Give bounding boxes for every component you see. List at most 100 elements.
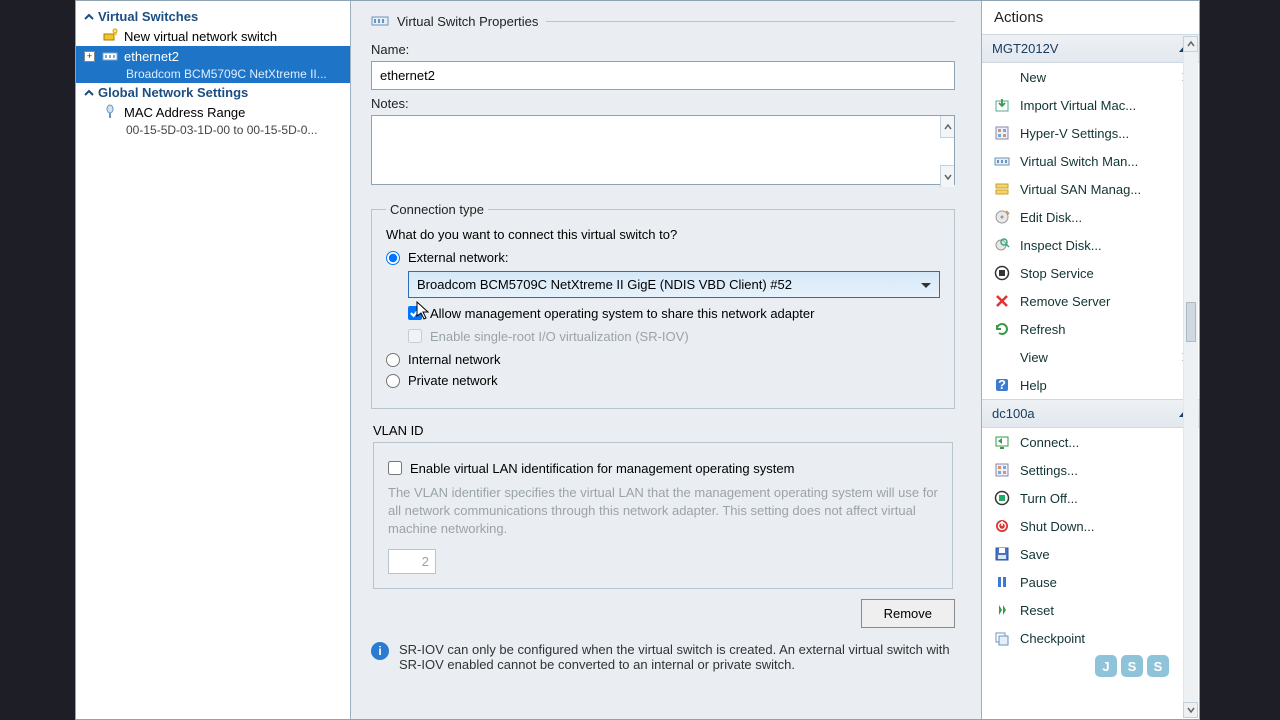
- actions-scrollbar[interactable]: [1183, 52, 1198, 702]
- action-item-label: Shut Down...: [1020, 519, 1094, 534]
- vlan-group: VLAN ID Enable virtual LAN identificatio…: [371, 423, 955, 589]
- action-item-label: Settings...: [1020, 463, 1078, 478]
- switch-tree-panel: Virtual Switches New virtual network swi…: [76, 1, 351, 719]
- vlan-legend: VLAN ID: [373, 423, 953, 438]
- action-item-label: Virtual Switch Man...: [1020, 154, 1138, 169]
- mac-range-item[interactable]: MAC Address Range: [76, 102, 350, 122]
- actions-section-vm-label: dc100a: [992, 406, 1035, 421]
- actions-section-host[interactable]: MGT2012V: [982, 34, 1199, 63]
- actions-scroll-down-icon[interactable]: [1183, 702, 1198, 718]
- action-item-label: View: [1020, 350, 1048, 365]
- new-switch-label: New virtual network switch: [124, 29, 277, 44]
- switch-ethernet2-item[interactable]: + ethernet2: [76, 46, 350, 66]
- internal-network-label: Internal network: [408, 352, 501, 367]
- action-item-label: Checkpoint: [1020, 631, 1085, 646]
- action-item-label: Virtual SAN Manag...: [1020, 182, 1141, 197]
- action-item-label: Import Virtual Mac...: [1020, 98, 1136, 113]
- action-checkpoint[interactable]: Checkpoint: [982, 624, 1199, 652]
- import-icon: [994, 97, 1010, 113]
- adapter-dropdown[interactable]: Broadcom BCM5709C NetXtreme II GigE (NDI…: [408, 271, 940, 298]
- blank-icon: [994, 349, 1010, 365]
- vswitch-title-icon: [371, 11, 389, 32]
- switch-ethernet2-label: ethernet2: [124, 49, 179, 64]
- sriov-label: Enable single-root I/O virtualization (S…: [430, 329, 689, 344]
- external-network-radio[interactable]: [386, 251, 400, 265]
- action-settings[interactable]: Settings...: [982, 456, 1199, 484]
- action-virtual-switch-man[interactable]: Virtual Switch Man...: [982, 147, 1199, 175]
- action-reset[interactable]: Reset: [982, 596, 1199, 624]
- action-help[interactable]: ? Help: [982, 371, 1199, 399]
- notes-label: Notes:: [371, 96, 955, 111]
- info-icon: i: [371, 642, 389, 660]
- scrollbar-thumb[interactable]: [1186, 302, 1196, 342]
- allow-mgmt-label: Allow management operating system to sha…: [430, 306, 814, 321]
- notes-textarea[interactable]: [371, 115, 955, 185]
- action-import-virtual-mac[interactable]: Import Virtual Mac...: [982, 91, 1199, 119]
- refresh-icon: [994, 321, 1010, 337]
- action-item-label: Save: [1020, 547, 1050, 562]
- action-inspect-disk[interactable]: Inspect Disk...: [982, 231, 1199, 259]
- action-item-label: Inspect Disk...: [1020, 238, 1102, 253]
- action-pause[interactable]: Pause: [982, 568, 1199, 596]
- panel-title-text: Virtual Switch Properties: [397, 14, 538, 29]
- chevron-up-icon: [82, 10, 96, 24]
- san-icon: [994, 181, 1010, 197]
- vswitch-icon: [994, 153, 1010, 169]
- remove-button[interactable]: Remove: [861, 599, 955, 628]
- virtual-switch-manager-window: Virtual Switches New virtual network swi…: [75, 0, 1200, 720]
- settings-icon: [994, 125, 1010, 141]
- action-turn-off[interactable]: Turn Off...: [982, 484, 1199, 512]
- action-new[interactable]: New: [982, 63, 1199, 91]
- actions-scroll-up-icon[interactable]: [1183, 36, 1198, 52]
- action-virtual-san-manag[interactable]: Virtual SAN Manag...: [982, 175, 1199, 203]
- notes-scroll-up-icon[interactable]: [940, 116, 954, 138]
- vlan-enable-checkbox[interactable]: [388, 461, 402, 475]
- remove-icon: [994, 293, 1010, 309]
- help-icon: ?: [994, 377, 1010, 393]
- action-view[interactable]: View: [982, 343, 1199, 371]
- mac-range-label: MAC Address Range: [124, 105, 245, 120]
- name-input[interactable]: [371, 61, 955, 90]
- action-refresh[interactable]: Refresh: [982, 315, 1199, 343]
- vlan-id-input: [388, 549, 436, 574]
- stop-icon: [994, 265, 1010, 281]
- action-connect[interactable]: Connect...: [982, 428, 1199, 456]
- vlan-enable-label: Enable virtual LAN identification for ma…: [410, 461, 794, 476]
- connection-type-legend: Connection type: [386, 202, 488, 217]
- turnoff-icon: [994, 490, 1010, 506]
- save-icon: [994, 546, 1010, 562]
- action-remove-server[interactable]: Remove Server: [982, 287, 1199, 315]
- action-item-label: Refresh: [1020, 322, 1066, 337]
- expand-plus-icon[interactable]: +: [84, 51, 95, 62]
- new-virtual-switch-item[interactable]: New virtual network switch: [76, 26, 350, 46]
- private-network-label: Private network: [408, 373, 498, 388]
- connection-question: What do you want to connect this virtual…: [386, 227, 940, 242]
- blank-icon: [994, 69, 1010, 85]
- action-shut-down[interactable]: Shut Down...: [982, 512, 1199, 540]
- global-settings-header[interactable]: Global Network Settings: [76, 83, 350, 102]
- chevron-up-icon: [82, 86, 96, 100]
- title-divider: [546, 21, 955, 22]
- allow-mgmt-checkbox[interactable]: [408, 306, 422, 320]
- connect-icon: [994, 434, 1010, 450]
- notes-scroll-down-icon[interactable]: [940, 165, 954, 187]
- action-item-label: Connect...: [1020, 435, 1079, 450]
- sriov-info-text: SR-IOV can only be configured when the v…: [399, 642, 955, 672]
- action-hyper-v-settings[interactable]: Hyper-V Settings...: [982, 119, 1199, 147]
- action-item-label: Help: [1020, 378, 1047, 393]
- settings-icon: [994, 462, 1010, 478]
- action-save[interactable]: Save: [982, 540, 1199, 568]
- global-settings-label: Global Network Settings: [98, 85, 248, 100]
- actions-section-vm[interactable]: dc100a: [982, 399, 1199, 428]
- private-network-radio[interactable]: [386, 374, 400, 388]
- action-stop-service[interactable]: Stop Service: [982, 259, 1199, 287]
- action-item-label: New: [1020, 70, 1046, 85]
- internal-network-radio[interactable]: [386, 353, 400, 367]
- actions-pane: Actions MGT2012V NewImport Virtual Mac..…: [981, 1, 1199, 719]
- sriov-checkbox: [408, 329, 422, 343]
- virtual-switches-header[interactable]: Virtual Switches: [76, 7, 350, 26]
- virtual-switches-label: Virtual Switches: [98, 9, 198, 24]
- name-label: Name:: [371, 42, 955, 57]
- action-edit-disk[interactable]: Edit Disk...: [982, 203, 1199, 231]
- action-item-label: Turn Off...: [1020, 491, 1078, 506]
